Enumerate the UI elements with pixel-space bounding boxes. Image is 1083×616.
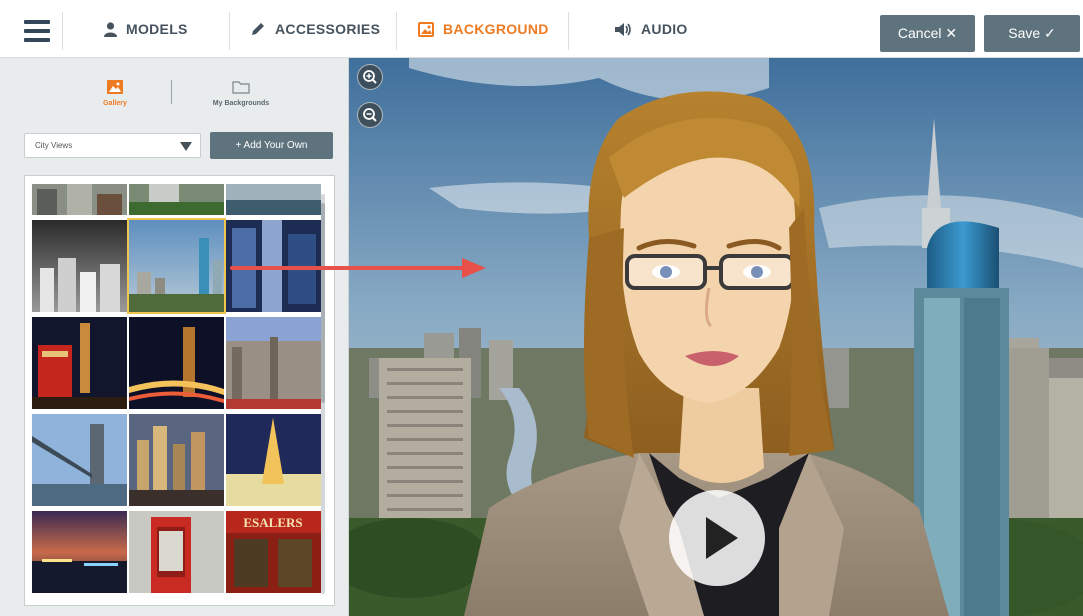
image-icon	[418, 21, 434, 37]
add-your-own-button[interactable]: + Add Your Own	[210, 132, 333, 159]
tab-label: AUDIO	[641, 21, 688, 37]
gallery-thumbnail-selected[interactable]	[127, 218, 226, 314]
chevron-down-icon	[180, 142, 192, 151]
cancel-button[interactable]: Cancel ✕	[880, 15, 975, 52]
person-icon	[104, 21, 117, 37]
category-select-value: City Views	[35, 141, 73, 150]
category-select[interactable]: City Views	[24, 133, 201, 158]
pencil-icon	[252, 23, 264, 35]
gallery-thumbnail[interactable]	[226, 317, 321, 409]
background-gallery: ESALERS	[24, 175, 335, 606]
toolbar-divider	[229, 12, 230, 50]
tab-label: BACKGROUND	[443, 21, 549, 37]
gallery-thumbnail[interactable]	[32, 511, 127, 593]
gallery-thumbnail[interactable]	[226, 184, 321, 215]
folder-icon	[232, 81, 250, 94]
shop-sign-text: ESALERS	[243, 515, 302, 530]
gallery-scrollbar-thumb[interactable]	[321, 203, 325, 403]
subtab-label: Gallery	[103, 100, 127, 107]
tab-background[interactable]: BACKGROUND	[418, 0, 549, 58]
gallery-thumbnail[interactable]	[32, 220, 127, 312]
image-icon	[107, 80, 123, 94]
gallery-thumbnail[interactable]	[129, 414, 224, 506]
subtab-gallery[interactable]: Gallery	[65, 80, 165, 107]
gallery-thumbnail[interactable]	[32, 414, 127, 506]
subtab-my-backgrounds[interactable]: My Backgrounds	[191, 80, 291, 107]
zoom-out-icon[interactable]	[357, 102, 383, 128]
toolbar-divider	[568, 12, 569, 50]
tab-audio[interactable]: AUDIO	[614, 0, 688, 58]
tab-label: MODELS	[126, 21, 188, 37]
subtab-divider	[171, 80, 172, 104]
background-panel: Gallery My Backgrounds City Views + Add …	[0, 58, 349, 616]
gallery-thumbnail[interactable]	[32, 184, 127, 215]
preview-stage	[349, 58, 1083, 616]
top-toolbar: MODELS ACCESSORIES BACKGROUND AUDIO Canc…	[0, 0, 1083, 58]
gallery-thumbnail[interactable]	[226, 220, 321, 312]
tab-accessories[interactable]: ACCESSORIES	[250, 0, 380, 58]
subtab-label: My Backgrounds	[212, 100, 270, 107]
gallery-thumbnail[interactable]: ESALERS	[226, 511, 321, 593]
gallery-thumbnail[interactable]	[129, 184, 224, 215]
play-icon[interactable]	[669, 490, 765, 586]
gallery-thumbnail[interactable]	[226, 414, 321, 506]
tab-label: ACCESSORIES	[275, 21, 381, 37]
zoom-in-icon[interactable]	[357, 64, 383, 90]
gallery-thumbnail[interactable]	[129, 511, 224, 593]
tab-models[interactable]: MODELS	[104, 0, 188, 58]
toolbar-divider	[62, 12, 63, 50]
save-button[interactable]: Save ✓	[984, 15, 1080, 52]
speaker-icon	[615, 22, 631, 36]
hamburger-menu-icon[interactable]	[24, 20, 50, 42]
gallery-thumbnail[interactable]	[32, 317, 127, 409]
gallery-thumbnail[interactable]	[129, 317, 224, 409]
toolbar-divider	[396, 12, 397, 50]
